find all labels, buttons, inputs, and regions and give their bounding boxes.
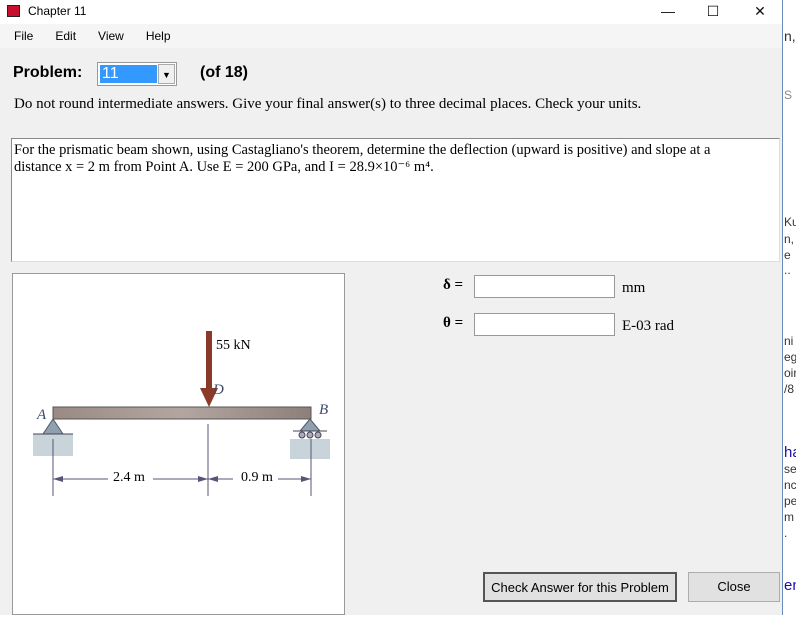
dimension-label: 2.4 m [113,470,145,485]
deflection-unit: mm [622,280,646,296]
slope-unit: E-03 rad [622,318,675,334]
menu-bar: File Edit View Help [0,24,782,48]
problem-select-value: 11 [100,65,157,83]
slope-label: θ = [443,315,464,331]
dimension-label: 0.9 m [241,470,273,485]
load-label: 55 kN [216,338,251,353]
bg-text: e [784,248,791,262]
problem-label: Problem: [13,64,83,81]
bg-text: /8 [784,382,795,396]
minimize-button[interactable]: — [645,0,691,24]
deflection-input[interactable] [474,275,615,298]
bg-text: ha [784,444,796,461]
chevron-down-icon[interactable]: ▼ [158,64,175,84]
bg-text: eg [784,350,796,364]
bg-text: se [784,462,796,476]
menu-edit[interactable]: Edit [55,29,76,43]
problem-count: (of 18) [200,64,248,81]
beam-figure: 55 kN D A B 2.4 m 0.9 m [12,273,345,615]
bg-text: S [784,88,793,102]
menu-view[interactable]: View [98,29,124,43]
problem-select[interactable]: 11 ▼ [97,62,177,86]
deflection-label: δ = [443,277,464,293]
bg-text: nc [784,478,796,492]
beam-diagram [33,331,330,496]
chapter-window: Chapter 11 — ☐ ✕ File Edit View Help Pro… [0,0,783,615]
slope-input[interactable] [474,313,615,336]
beam [52,406,312,420]
roller-support-b [298,418,322,432]
bg-text: m [784,510,794,524]
bg-text: n, [784,28,796,44]
close-button[interactable]: Close [688,572,780,602]
point-d-label: D [213,382,224,398]
question-line: distance x = 2 m from Point A. Use E = 2… [14,159,434,175]
maximize-button[interactable]: ☐ [690,0,736,24]
book-icon [7,5,20,17]
bg-text: .. [784,263,791,277]
question-line: For the prismatic beam shown, using Cast… [14,142,711,158]
menu-help[interactable]: Help [146,29,171,43]
title-bar[interactable]: Chapter 11 — ☐ ✕ [0,0,782,24]
instructions: Do not round intermediate answers. Give … [14,96,642,112]
ground-b [290,439,330,459]
bg-text: n, [784,232,795,246]
bg-text: pe [784,494,796,508]
point-b-label: B [319,402,329,418]
question-text: For the prismatic beam shown, using Cast… [11,138,780,262]
load-arrow-shaft [206,331,212,391]
bg-text: . [784,526,788,540]
bg-text: oin [784,366,796,380]
bg-text: ni [784,334,794,348]
close-window-button[interactable]: ✕ [737,0,783,24]
bg-text: Ku [784,215,796,229]
check-answer-button[interactable]: Check Answer for this Problem [483,572,677,602]
window-title: Chapter 11 [28,4,87,18]
menu-file[interactable]: File [14,29,33,43]
point-a-label: A [37,407,47,423]
bg-text: en [784,577,796,594]
background-window: n, S Ku n, e .. ni eg oin /8 ha se nc pe… [783,0,796,615]
